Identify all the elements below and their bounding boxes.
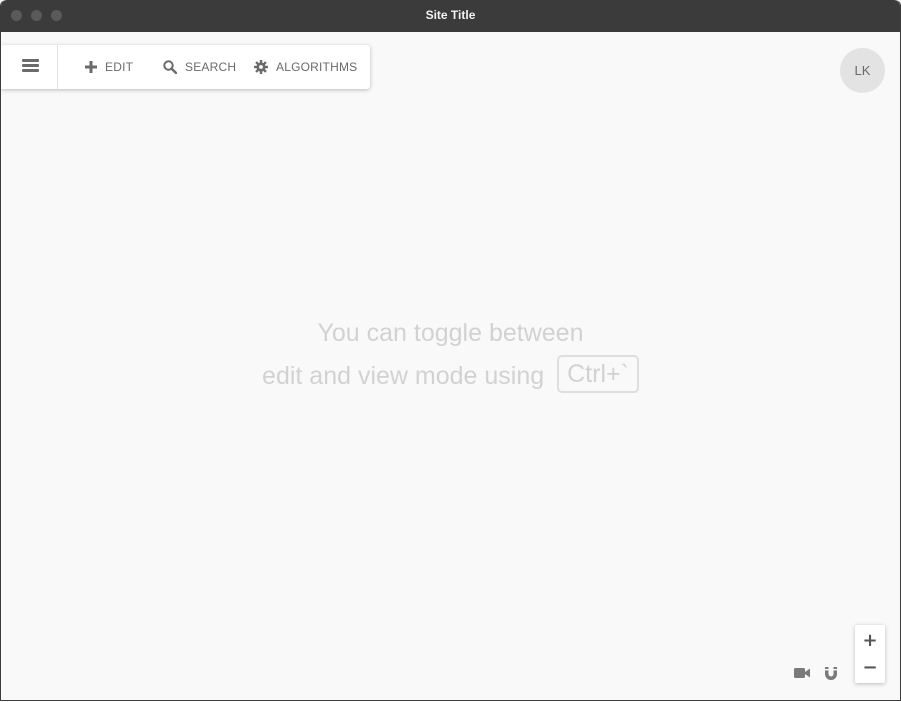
search-button[interactable]: SEARCH — [163, 45, 236, 89]
mode-toggle-hint: You can toggle between edit and view mod… — [1, 312, 900, 398]
title-bar: Site Title — [1, 0, 900, 32]
menu-button[interactable] — [1, 45, 58, 89]
algorithms-label: ALGORITHMS — [276, 60, 358, 74]
edit-label: EDIT — [105, 60, 134, 74]
gear-icon — [254, 60, 268, 74]
zoom-in-button[interactable]: + — [855, 626, 885, 655]
algorithms-button[interactable]: ALGORITHMS — [254, 45, 357, 89]
search-label: SEARCH — [185, 60, 237, 74]
camera-icon[interactable] — [793, 664, 811, 682]
window-title: Site Title — [425, 8, 476, 22]
toolbar: EDIT SEARCH ALGORITHMS — [1, 45, 370, 89]
user-avatar[interactable]: LK — [840, 48, 885, 93]
edit-button[interactable]: EDIT — [85, 45, 133, 89]
magnet-icon[interactable] — [822, 664, 840, 682]
hint-line-2-container: edit and view mode using Ctrl+` — [1, 355, 900, 398]
search-icon — [163, 60, 177, 74]
plus-icon — [85, 61, 97, 73]
zoom-controls: + − — [855, 625, 885, 683]
hint-line-1: You can toggle between — [317, 319, 584, 347]
app-window: Site Title EDIT SEARCH ALGORITHMS LK You… — [0, 0, 901, 701]
zoom-out-button[interactable]: − — [855, 653, 885, 682]
hint-line-2: edit and view mode using — [262, 362, 545, 390]
hamburger-icon — [22, 59, 39, 73]
keyboard-shortcut: Ctrl+` — [557, 355, 639, 394]
